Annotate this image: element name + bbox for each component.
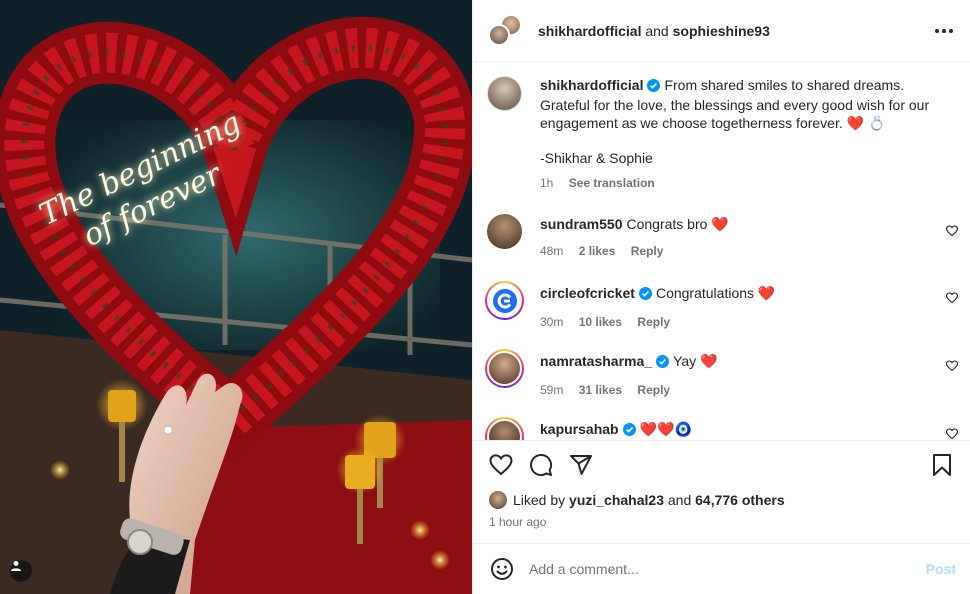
caption-time[interactable]: 1h	[540, 176, 553, 190]
circleofcricket-logo-icon	[492, 288, 517, 313]
comment-username[interactable]: circleofcricket	[540, 285, 635, 301]
share-icon[interactable]	[569, 453, 593, 477]
comment-username[interactable]: sundram550	[540, 216, 622, 232]
heart-small-icon[interactable]	[945, 359, 959, 377]
post-button[interactable]: Post	[926, 561, 956, 577]
collab-usernames: shikhardofficial and sophieshine93	[538, 23, 770, 39]
heart-small-icon[interactable]	[945, 427, 959, 440]
comment-username[interactable]: namratasharma_	[540, 353, 652, 369]
collab-avatars[interactable]	[488, 13, 522, 48]
comment-text: ❤️❤️🧿	[639, 421, 692, 437]
comment-time[interactable]: 59m	[540, 383, 563, 397]
like-icon[interactable]	[489, 453, 513, 477]
more-icon[interactable]	[932, 19, 956, 43]
verified-icon	[622, 422, 636, 440]
heart-small-icon[interactable]	[945, 291, 959, 309]
verified-icon	[638, 286, 652, 304]
story-ring[interactable]	[485, 417, 524, 440]
post-details-panel: shikhardofficial and sophieshine93 shikh…	[472, 0, 970, 594]
comment-item: namratasharma_ Yay ❤️ 59m 31 likes Reply	[473, 349, 970, 399]
header-and: and	[645, 22, 669, 39]
story-ring[interactable]	[485, 349, 524, 388]
comment-username[interactable]: kapursahab	[540, 421, 619, 437]
engagement-scene-illustration: The beginning of forever	[0, 0, 472, 594]
comment-avatar[interactable]	[487, 214, 522, 249]
header-user2[interactable]: sophieshine93	[673, 23, 770, 39]
caption-username[interactable]: shikhardofficial	[540, 77, 643, 93]
liked-by-user[interactable]: yuzi_chahal23	[569, 492, 664, 508]
comment-likes[interactable]: 10 likes	[579, 315, 622, 329]
emoji-icon[interactable]	[489, 556, 515, 582]
comment-time[interactable]: 48m	[540, 244, 563, 258]
see-translation-button[interactable]: See translation	[569, 176, 655, 190]
comment-icon[interactable]	[529, 453, 553, 477]
reply-button[interactable]: Reply	[631, 244, 664, 258]
verified-icon	[647, 78, 661, 96]
verified-icon	[656, 354, 670, 372]
comment-likes[interactable]: 2 likes	[579, 244, 616, 258]
likes-count[interactable]: 64,776 others	[695, 492, 785, 508]
comment-bar: Add a comment... Post	[473, 543, 970, 594]
comment-item: sundram550 Congrats bro ❤️ 48m 2 likes Re…	[473, 214, 970, 260]
comment-text: Congratulations ❤️	[655, 285, 776, 301]
comments-scroll-area[interactable]: shikhardofficial From shared smiles to sh…	[473, 62, 970, 440]
liked-by-prefix: Liked by	[513, 492, 566, 508]
liked-by: Liked by yuzi_chahal23 and 64,776 others	[489, 491, 954, 509]
heart-small-icon[interactable]	[945, 224, 959, 242]
reply-button[interactable]: Reply	[637, 383, 670, 397]
reply-button[interactable]: Reply	[637, 315, 670, 329]
comment-input[interactable]: Add a comment...	[529, 561, 926, 577]
comment-text: Congrats bro ❤️	[626, 216, 729, 232]
header-user1[interactable]: shikhardofficial	[538, 23, 641, 39]
post-photo[interactable]: The beginning of forever	[0, 0, 472, 594]
post-time[interactable]: 1 hour ago	[489, 515, 954, 529]
comment-text: Yay ❤️	[673, 353, 718, 369]
liked-by-avatar[interactable]	[489, 491, 507, 509]
caption-signature: -Shikhar & Sophie	[540, 150, 653, 166]
comment-time[interactable]: 30m	[540, 315, 563, 329]
caption-avatar[interactable]	[487, 76, 522, 111]
liked-by-and: and	[667, 492, 692, 508]
comment-item: kapursahab ❤️❤️🧿	[473, 417, 970, 440]
story-ring[interactable]	[485, 281, 524, 320]
save-icon[interactable]	[930, 453, 954, 477]
post-actions: Liked by yuzi_chahal23 and 64,776 others…	[473, 440, 970, 544]
post-header: shikhardofficial and sophieshine93	[473, 0, 970, 62]
post-modal: The beginning of forever shikhardofficia…	[0, 0, 970, 594]
caption: shikhardofficial From shared smiles to sh…	[473, 62, 970, 192]
user-tag-icon[interactable]	[10, 560, 32, 582]
comment-likes[interactable]: 31 likes	[579, 383, 622, 397]
comment-item: circleofcricket Congratulations ❤️ 30m 10…	[473, 281, 970, 331]
